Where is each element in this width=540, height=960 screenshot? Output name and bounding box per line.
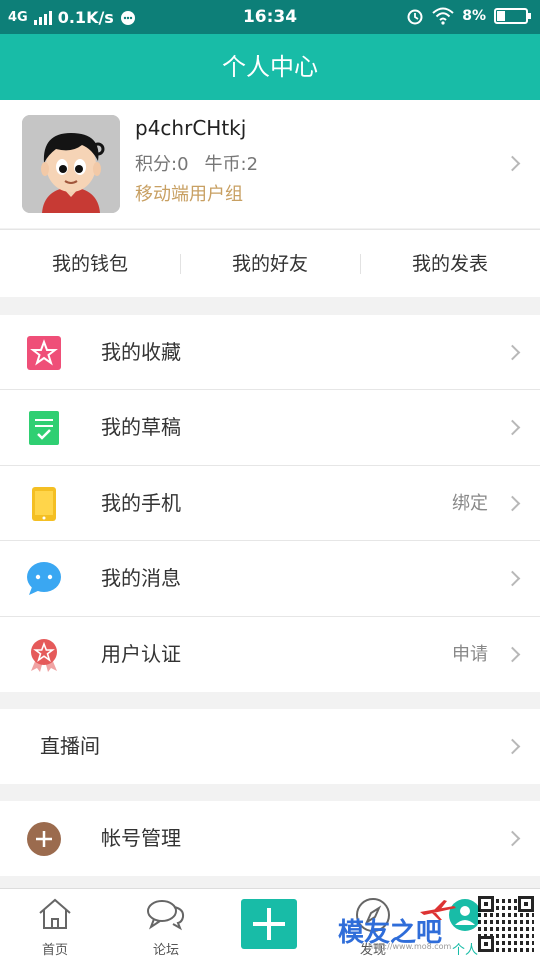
menu-drafts[interactable]: 我的草稿 <box>0 390 540 465</box>
page-title: 个人中心 <box>0 34 540 100</box>
menu-phone[interactable]: 我的手机 绑定 <box>0 466 540 541</box>
menu-label: 直播间 <box>40 734 100 758</box>
chevron-right-icon <box>504 495 521 512</box>
avatar-image <box>22 115 120 213</box>
qr-code <box>478 896 534 952</box>
badge-icon <box>31 639 57 672</box>
menu-live-room[interactable]: 直播间 <box>0 709 540 784</box>
wifi-icon <box>432 7 454 25</box>
qr-finder <box>478 896 494 912</box>
nav-label: 首页 <box>41 943 68 958</box>
chevron-right-icon <box>504 419 521 436</box>
friends-link[interactable]: 我的好友 <box>180 230 360 297</box>
chevron-right-icon <box>504 738 521 755</box>
nav-home[interactable]: 首页 <box>15 889 95 960</box>
points-line: 积分:0 牛币:2 <box>135 150 258 176</box>
menu-label: 我的草稿 <box>101 415 181 439</box>
chevron-right-icon <box>504 155 521 172</box>
bottom-nav: 首页 论坛 发现 个人 <box>0 888 540 960</box>
menu-label: 帐号管理 <box>101 826 181 850</box>
plane-icon <box>420 900 456 920</box>
menu-messages[interactable]: 我的消息 <box>0 541 540 616</box>
avatar[interactable] <box>22 115 120 213</box>
home-icon <box>39 898 71 929</box>
new-post-button[interactable] <box>241 899 297 949</box>
points-value: 积分:0 <box>135 154 189 175</box>
chevron-right-icon <box>504 646 521 663</box>
coins-value: 牛币:2 <box>204 154 259 175</box>
profile-card[interactable]: p4chrCHtkj 积分:0 牛币:2 移动端用户组 <box>0 100 540 228</box>
bind-status: 绑定 <box>452 493 488 514</box>
status-right: 8% <box>406 7 531 25</box>
my-posts-link[interactable]: 我的发表 <box>360 230 540 297</box>
chevron-right-icon <box>504 830 521 847</box>
menu-label: 我的消息 <box>101 566 181 590</box>
chevron-right-icon <box>504 344 521 361</box>
menu-verification[interactable]: 用户认证 申请 <box>0 617 540 692</box>
watermark-url: http://www.mo8.com <box>368 942 452 951</box>
chevron-right-icon <box>504 570 521 587</box>
quick-links: 我的钱包 我的好友 我的发表 <box>0 229 540 297</box>
menu-label: 我的手机 <box>101 491 181 515</box>
qr-finder <box>478 936 494 952</box>
menu-label: 用户认证 <box>101 642 181 666</box>
forum-icon <box>147 900 185 931</box>
qr-finder <box>518 896 534 912</box>
user-group: 移动端用户组 <box>135 184 243 205</box>
apply-status: 申请 <box>452 644 488 665</box>
battery-percent: 8% <box>462 8 486 24</box>
phone-icon <box>32 487 56 521</box>
alarm-icon <box>407 9 423 25</box>
menu-label: 我的收藏 <box>101 340 181 364</box>
menu-favorites[interactable]: 我的收藏 <box>0 315 540 390</box>
chat-bubble-icon <box>27 562 61 595</box>
menu-account[interactable]: 帐号管理 <box>0 801 540 876</box>
wallet-link[interactable]: 我的钱包 <box>0 230 180 297</box>
star-icon <box>27 336 61 370</box>
nav-label: 论坛 <box>152 943 179 958</box>
battery-icon <box>494 8 531 24</box>
draft-check-icon <box>29 411 59 445</box>
plus-circle-icon <box>27 822 61 856</box>
username: p4chrCHtkj <box>135 116 247 140</box>
nav-forum[interactable]: 论坛 <box>126 889 206 960</box>
watermark: 模友之吧 http://www.mo8.com <box>338 900 456 951</box>
status-bar: 4G 0.1K/s 16:34 8% <box>0 0 540 34</box>
